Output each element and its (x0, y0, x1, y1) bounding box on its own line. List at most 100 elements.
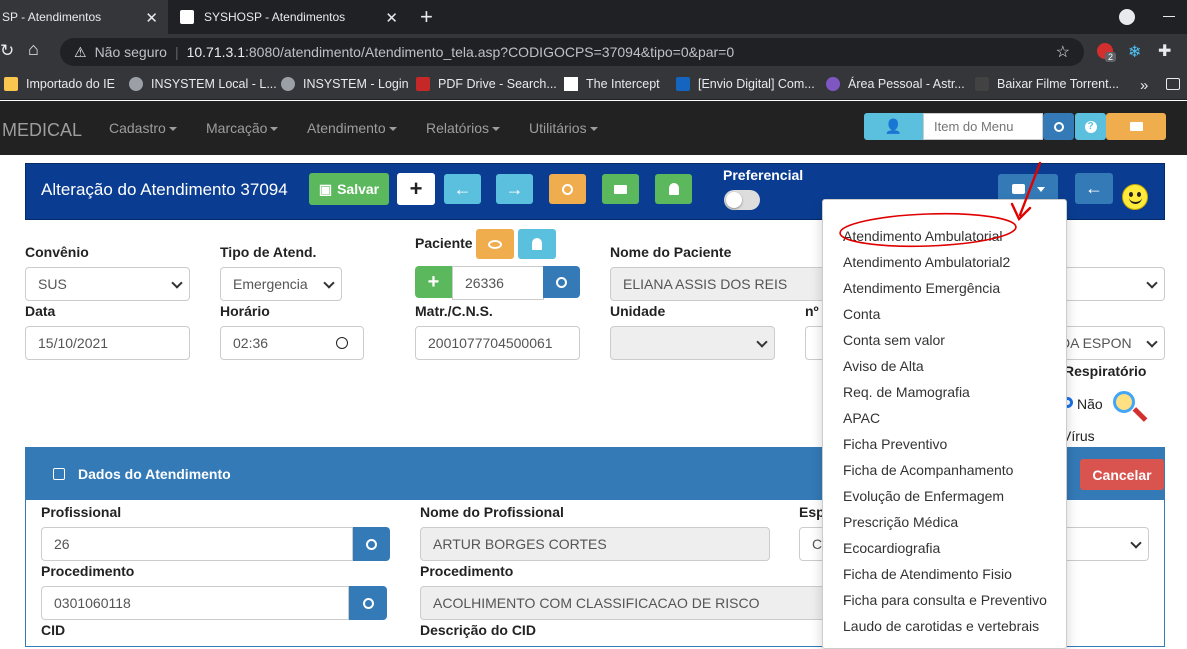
search-patient-button[interactable] (543, 266, 580, 298)
patient-profile-button[interactable] (518, 229, 556, 259)
previous-button[interactable]: ← (444, 174, 481, 204)
snowflake-extension-icon[interactable]: ❄ (1128, 42, 1141, 62)
matr-input[interactable]: 2001077704500061 (415, 326, 580, 360)
nav-atendimento[interactable]: Atendimento (307, 120, 397, 136)
data-label: Data (25, 303, 56, 319)
print-menu-item[interactable]: APAC (843, 410, 880, 426)
menu-search-button[interactable] (1043, 113, 1074, 140)
print-menu-item[interactable]: Ficha para consulta e Preventivo (843, 592, 1047, 608)
data-input[interactable]: 15/10/2021 (25, 326, 190, 360)
astro-icon (826, 77, 840, 91)
back-button[interactable]: ← (1075, 173, 1113, 204)
profile-menu-icon[interactable] (1119, 9, 1135, 25)
add-button[interactable]: + (397, 173, 435, 205)
nav-cadastro[interactable]: Cadastro (109, 120, 177, 136)
bookmark-item[interactable]: PDF Drive - Search... (416, 77, 557, 91)
caret-down-icon (1036, 186, 1045, 192)
print-menu-item[interactable]: Atendimento Emergência (843, 280, 1000, 296)
star-icon[interactable]: ☆ (1056, 42, 1070, 62)
menu-search-input[interactable] (923, 113, 1043, 140)
bookmark-item[interactable]: The Intercept (564, 77, 660, 91)
user-button[interactable]: 👤 (864, 113, 923, 140)
tipo-atend-label: Tipo de Atend. (220, 244, 317, 260)
print-menu-item[interactable]: Ecocardiografia (843, 540, 940, 556)
bookmark-item[interactable]: [Envio Digital] Com... (676, 77, 815, 91)
view-patient-button[interactable] (476, 229, 514, 259)
clock-icon[interactable] (336, 337, 348, 349)
brand-logo[interactable]: MEDICAL (2, 120, 82, 141)
print-menu-item[interactable]: Atendimento Ambulatorial2 (843, 254, 1010, 270)
bookmark-item[interactable]: Baixar Filme Torrent... (975, 77, 1119, 91)
procedimento-input[interactable]: 0301060118 (41, 586, 349, 620)
tab-title: SP - Atendimentos (2, 10, 102, 24)
printer-icon (1011, 184, 1025, 194)
unidade-select[interactable] (610, 326, 775, 360)
close-tab-icon[interactable]: ✕ (145, 9, 158, 27)
print-menu-item[interactable]: Prescrição Médica (843, 514, 958, 530)
minimize-icon[interactable] (1163, 16, 1175, 17)
preferencial-toggle[interactable] (724, 190, 760, 210)
tipo-atend-select[interactable]: Emergencia (220, 267, 342, 301)
print-menu-item[interactable]: Ficha de Acompanhamento (843, 462, 1013, 478)
print-menu-item[interactable]: Ficha de Atendimento Fisio (843, 566, 1012, 582)
search-button[interactable] (549, 174, 586, 204)
reload-icon[interactable]: ↻ (0, 41, 14, 61)
print-menu-item[interactable]: Conta (843, 306, 880, 322)
right-select-bottom[interactable]: DA ESPON (1060, 326, 1165, 360)
reading-list-icon[interactable] (1166, 78, 1180, 90)
bookmark-label: [Envio Digital] Com... (698, 77, 815, 91)
video-button[interactable] (602, 174, 639, 204)
print-menu-item[interactable]: Req. de Mamografia (843, 384, 970, 400)
close-tab-icon[interactable]: ✕ (385, 9, 398, 27)
print-menu-item[interactable]: Atendimento Ambulatorial (843, 228, 1003, 244)
folder-icon (4, 77, 18, 91)
add-patient-button[interactable]: + (415, 266, 452, 298)
print-menu-item[interactable]: Evolução de Enfermagem (843, 488, 1004, 504)
procedimento-desc-input: ACOLHIMENTO COM CLASSIFICACAO DE RISCO (420, 586, 840, 620)
collapse-icon[interactable] (53, 468, 65, 480)
data-value: 15/10/2021 (38, 335, 109, 351)
plus-icon: + (427, 270, 440, 293)
descricao-cid-label: Descrição do CID (420, 622, 536, 638)
bookmark-label: INSYSTEM - Login (303, 77, 409, 91)
print-menu-item[interactable]: Laudo de carotidas e vertebrais (843, 618, 1039, 634)
profissional-value: 26 (54, 536, 70, 552)
nav-utilitarios[interactable]: Utilitários (529, 120, 598, 136)
bookmarks-overflow[interactable]: » (1140, 77, 1148, 94)
print-menu-item[interactable]: Aviso de Alta (843, 358, 924, 374)
bookmark-item[interactable]: Área Pessoal - Astr... (826, 77, 965, 91)
nav-relatorios[interactable]: Relatórios (426, 120, 500, 136)
nome-profissional-input: ARTUR BORGES CORTES (420, 527, 770, 561)
home-icon[interactable]: ⌂ (28, 39, 39, 60)
mail-button[interactable] (1106, 113, 1166, 140)
right-select-value: DA ESPON (1060, 335, 1132, 351)
browser-tab-active[interactable]: SP - Atendimentos ✕ (0, 0, 168, 34)
address-bar[interactable]: ⚠ Não seguro | 10.71.3.1 :8080/atendimen… (60, 38, 1084, 66)
search-procedimento-button[interactable] (349, 586, 387, 620)
puzzle-icon[interactable]: ✚ (1158, 41, 1171, 61)
print-menu-item[interactable]: Conta sem valor (843, 332, 945, 348)
bookmark-item[interactable]: INSYSTEM - Login (281, 77, 409, 91)
bookmark-item[interactable]: Importado do IE (4, 77, 115, 91)
print-menu-item[interactable]: Ficha Preventivo (843, 436, 947, 452)
next-button[interactable]: → (496, 174, 533, 204)
horario-input[interactable]: 02:36 (220, 326, 364, 360)
browser-tab-bar: SP - Atendimentos ✕ SYSHOSP - Atendiment… (0, 0, 1187, 34)
paciente-input[interactable]: 26336 (452, 266, 544, 300)
save-button[interactable]: ▣ Salvar (309, 173, 389, 205)
search-profissional-button[interactable] (353, 527, 390, 561)
profissional-input[interactable]: 26 (41, 527, 353, 561)
cancel-button[interactable]: Cancelar (1080, 459, 1164, 490)
patient-button[interactable] (655, 174, 692, 204)
bookmark-item[interactable]: INSYSTEM Local - L... (129, 77, 277, 91)
bookmark-label: Baixar Filme Torrent... (997, 77, 1120, 91)
procedimento-desc-label: Procedimento (420, 563, 514, 579)
new-tab-button[interactable]: + (420, 4, 433, 30)
nav-marcacao[interactable]: Marcação (206, 120, 278, 136)
help-button[interactable]: ? (1075, 113, 1106, 140)
browser-tab[interactable]: SYSHOSP - Atendimentos ✕ (168, 0, 408, 34)
save-label: Salvar (337, 181, 380, 197)
right-select-top[interactable] (1060, 267, 1165, 301)
convenio-select[interactable]: SUS (25, 267, 190, 301)
bookmarks-bar: Importado do IE INSYSTEM Local - L... IN… (0, 70, 1187, 100)
